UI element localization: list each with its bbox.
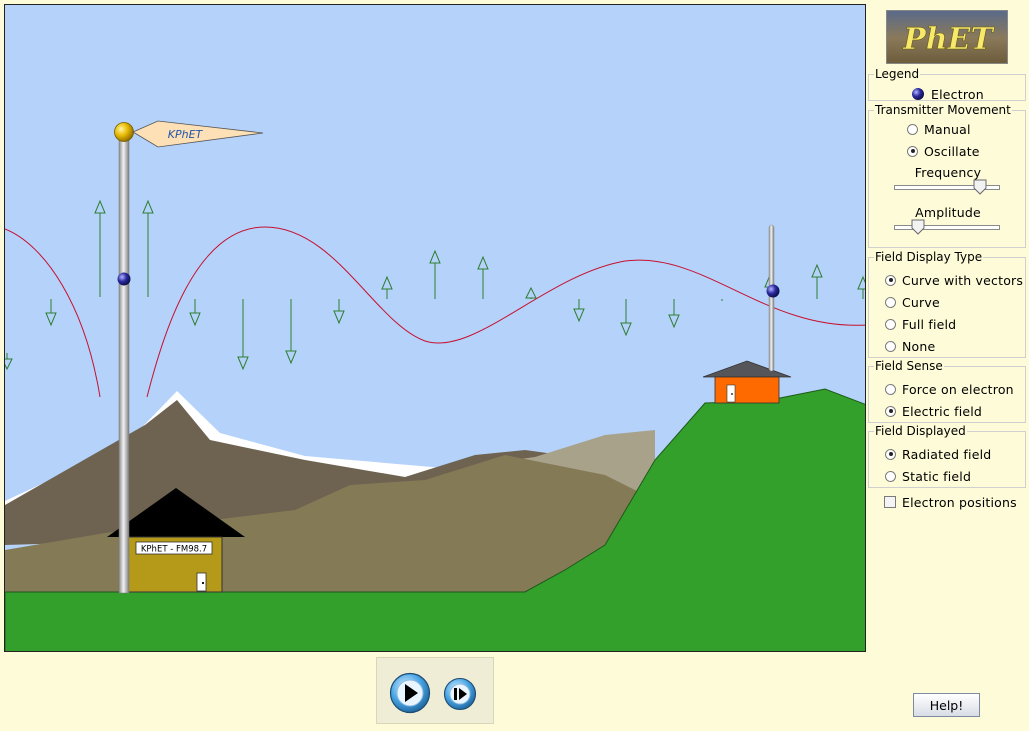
field-vector bbox=[94, 199, 106, 297]
simulation-canvas[interactable]: KPhET - FM98.7 KPhET bbox=[4, 4, 866, 652]
radio-full-field-indicator[interactable] bbox=[885, 318, 896, 330]
radio-manual-label: Manual bbox=[924, 121, 971, 137]
playback-controls bbox=[376, 657, 494, 724]
field-vector bbox=[5, 353, 13, 371]
radio-curve-indicator[interactable] bbox=[885, 296, 896, 308]
receiver-antenna bbox=[768, 224, 775, 372]
field-vector bbox=[189, 299, 201, 327]
electron-icon bbox=[912, 88, 924, 100]
control-panel: PhET Legend Electron Transmitter Movemen… bbox=[866, 4, 1029, 731]
field-vector bbox=[525, 286, 537, 299]
radio-curve-label: Curve bbox=[902, 294, 940, 310]
transmitter-movement-group: Transmitter Movement Manual Oscillate Fr… bbox=[868, 104, 1026, 248]
help-button[interactable]: Help! bbox=[913, 693, 980, 717]
field-vector bbox=[477, 255, 489, 299]
radio-static-field[interactable]: Static field bbox=[885, 466, 971, 486]
radio-force-on-electron[interactable]: Force on electron bbox=[885, 379, 1014, 399]
field-vector bbox=[573, 299, 585, 323]
play-button[interactable] bbox=[389, 672, 431, 714]
field-vector bbox=[620, 299, 632, 337]
radio-none-indicator[interactable] bbox=[885, 340, 896, 352]
amplitude-slider-thumb[interactable] bbox=[911, 219, 925, 235]
frequency-slider-thumb[interactable] bbox=[973, 179, 987, 195]
field-displayed-group: Field Displayed Radiated field Static fi… bbox=[868, 425, 1026, 488]
field-displayed-title: Field Displayed bbox=[875, 424, 966, 438]
radio-manual-indicator[interactable] bbox=[907, 123, 918, 135]
frequency-label: Frequency bbox=[914, 165, 982, 180]
field-display-type-title: Field Display Type bbox=[875, 250, 983, 264]
radio-radiated-field-indicator[interactable] bbox=[885, 448, 896, 460]
station-sign: KPhET - FM98.7 bbox=[141, 545, 207, 555]
field-vector bbox=[381, 275, 393, 299]
legend-electron: Electron bbox=[911, 84, 984, 104]
radio-oscillate-indicator[interactable] bbox=[907, 145, 918, 157]
radio-oscillate-label: Oscillate bbox=[924, 143, 980, 159]
radio-manual[interactable]: Manual bbox=[907, 119, 971, 139]
field-vector bbox=[857, 275, 865, 299]
radio-curve[interactable]: Curve bbox=[885, 292, 940, 312]
field-vector bbox=[45, 299, 57, 327]
radio-none[interactable]: None bbox=[885, 336, 935, 356]
electron-positions-checkbox[interactable]: Electron positions bbox=[884, 492, 1017, 512]
transmitter-electron[interactable] bbox=[117, 272, 131, 286]
field-vector bbox=[285, 299, 297, 365]
logo-text: PhET bbox=[902, 22, 995, 57]
transmitter-movement-title: Transmitter Movement bbox=[875, 103, 1011, 117]
radio-curve-with-vectors-indicator[interactable] bbox=[885, 274, 896, 286]
step-button[interactable] bbox=[443, 677, 477, 711]
field-vector bbox=[668, 299, 680, 329]
amplitude-label: Amplitude bbox=[915, 205, 981, 220]
radio-static-field-indicator[interactable] bbox=[885, 470, 896, 482]
radio-force-on-electron-label: Force on electron bbox=[902, 381, 1014, 397]
receiver-electron bbox=[766, 284, 780, 298]
radio-electric-field[interactable]: Electric field bbox=[885, 401, 982, 421]
field-vector bbox=[811, 263, 823, 299]
radio-force-on-electron-indicator[interactable] bbox=[885, 383, 896, 395]
flag-label: KPhET bbox=[168, 128, 204, 141]
radio-electric-field-indicator[interactable] bbox=[885, 405, 896, 417]
radio-radiated-field[interactable]: Radiated field bbox=[885, 444, 991, 464]
radio-electric-field-label: Electric field bbox=[902, 403, 983, 419]
radio-static-field-label: Static field bbox=[902, 468, 972, 484]
mountains bbox=[5, 391, 665, 592]
receiver-house bbox=[702, 360, 792, 404]
legend-group: Legend Electron bbox=[868, 67, 1026, 104]
field-sense-title: Field Sense bbox=[875, 359, 943, 373]
electron-positions-label: Electron positions bbox=[902, 494, 1017, 510]
field-vectors bbox=[5, 199, 865, 371]
field-display-type-group: Field Display Type Curve with vectors Cu… bbox=[868, 251, 1026, 358]
radio-none-label: None bbox=[902, 338, 936, 354]
radio-full-field-label: Full field bbox=[902, 316, 957, 332]
field-vector bbox=[237, 299, 249, 371]
radio-curve-with-vectors[interactable]: Curve with vectors bbox=[885, 270, 1023, 290]
radio-full-field[interactable]: Full field bbox=[885, 314, 956, 334]
phet-logo[interactable]: PhET bbox=[886, 10, 1008, 64]
radio-oscillate[interactable]: Oscillate bbox=[907, 141, 980, 161]
amplitude-slider-track[interactable] bbox=[894, 225, 1000, 230]
legend-title: Legend bbox=[875, 67, 920, 81]
legend-electron-label: Electron bbox=[931, 86, 984, 102]
radio-curve-with-vectors-label: Curve with vectors bbox=[902, 272, 1024, 288]
field-vector bbox=[142, 199, 154, 297]
field-sense-group: Field Sense Force on electron Electric f… bbox=[868, 360, 1026, 423]
radio-radiated-field-label: Radiated field bbox=[902, 446, 992, 462]
field-vector bbox=[333, 299, 345, 325]
electron-positions-checkbox-box[interactable] bbox=[884, 496, 896, 508]
field-vector bbox=[429, 249, 441, 299]
